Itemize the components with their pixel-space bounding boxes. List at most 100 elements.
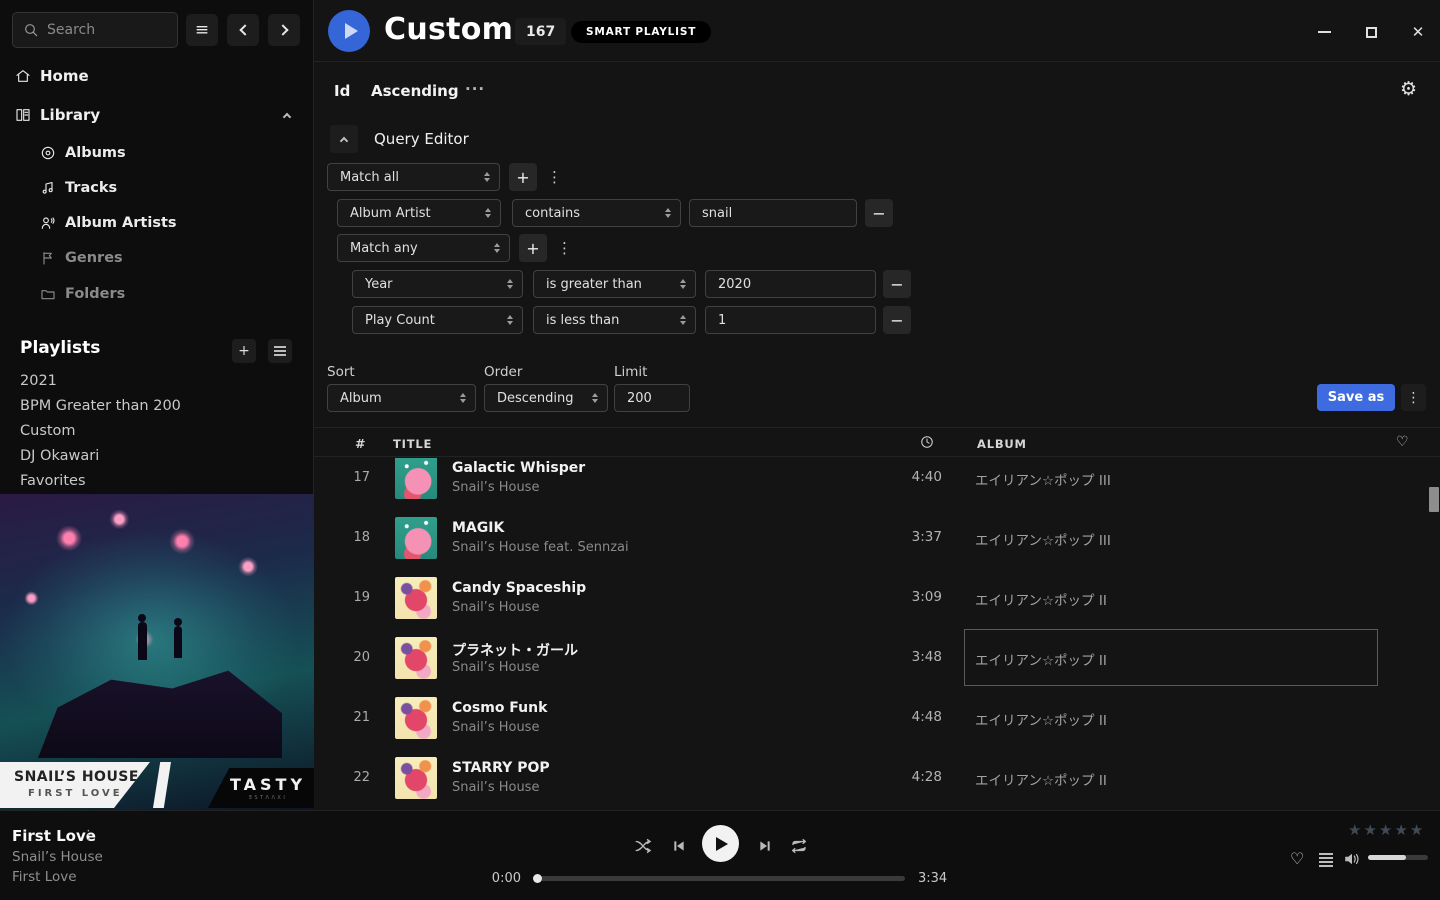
add-group-rule-button[interactable]: +	[519, 234, 547, 262]
star-icon[interactable]: ★	[1394, 821, 1408, 839]
table-row[interactable]: 22 STARRY POP Snail’s House 4:28 エイリアン☆ポ…	[314, 748, 1440, 808]
remove-rule-button[interactable]: −	[883, 306, 911, 334]
rule-value-field[interactable]	[718, 313, 866, 328]
rule-value-field[interactable]	[718, 277, 866, 292]
seek-handle[interactable]	[533, 874, 542, 883]
playlist-item[interactable]: 2021	[20, 369, 290, 393]
rule-operator-select[interactable]: is less than	[533, 306, 696, 334]
sort-field-button[interactable]: Id	[334, 82, 350, 100]
table-row[interactable]: 18 MAGIK Snail’s House feat. Sennzai 3:3…	[314, 508, 1440, 568]
next-button[interactable]	[755, 836, 775, 856]
group-menu-button[interactable]: ⋮	[557, 241, 572, 256]
rule-operator-select[interactable]: is greater than	[533, 270, 696, 298]
star-icon[interactable]: ★	[1363, 821, 1377, 839]
play-playlist-button[interactable]	[328, 10, 370, 52]
gear-icon[interactable]: ⚙	[1400, 78, 1417, 100]
rule-field-select[interactable]: Play Count	[352, 306, 523, 334]
seek-bar[interactable]	[535, 876, 905, 881]
track-album[interactable]: エイリアン☆ポップ III	[975, 529, 1111, 549]
track-artist[interactable]: Snail’s House	[452, 720, 539, 735]
sort-select[interactable]: Album	[327, 384, 476, 412]
rule-group-menu-button[interactable]: ⋮	[547, 170, 562, 185]
maximize-button[interactable]	[1361, 22, 1381, 42]
rule-value-input[interactable]	[705, 306, 876, 334]
repeat-button[interactable]	[789, 836, 809, 856]
close-button[interactable]: ✕	[1408, 22, 1428, 42]
rating-stars[interactable]: ★ ★ ★ ★ ★	[1348, 821, 1424, 839]
sidebar-item-home[interactable]: Home	[0, 63, 314, 89]
play-pause-button[interactable]	[702, 825, 739, 862]
sidebar-item-genres[interactable]: Genres	[0, 245, 314, 271]
volume-slider[interactable]	[1368, 855, 1428, 860]
favorite-button[interactable]: ♡	[1290, 849, 1304, 868]
volume-button[interactable]	[1343, 851, 1361, 871]
collapse-query-editor-button[interactable]	[330, 125, 358, 153]
collapse-library-icon[interactable]	[283, 113, 291, 121]
sidebar-item-library[interactable]: Library	[0, 102, 314, 128]
table-row[interactable]: 19 Candy Spaceship Snail’s House 3:09 エイ…	[314, 568, 1440, 628]
rule-field-select[interactable]: Year	[352, 270, 523, 298]
track-album[interactable]: エイリアン☆ポップ II	[975, 769, 1107, 789]
track-artist[interactable]: Snail’s House feat. Sennzai	[452, 540, 629, 555]
menu-button[interactable]: ≡	[186, 14, 218, 46]
favorite-column-header[interactable]: ♡	[1396, 434, 1409, 450]
group-match-select[interactable]: Match any	[337, 234, 510, 262]
more-options-button[interactable]: ···	[465, 80, 485, 98]
sidebar-item-albums[interactable]: Albums	[0, 140, 314, 166]
now-playing-artist[interactable]: Snail’s House	[12, 849, 103, 865]
sort-order-button[interactable]: Ascending	[371, 82, 459, 100]
root-match-select[interactable]: Match all	[327, 163, 500, 191]
playlist-item[interactable]: Favorites	[20, 469, 290, 493]
shuffle-button[interactable]	[633, 836, 653, 856]
order-select[interactable]: Descending	[484, 384, 608, 412]
limit-field[interactable]	[627, 391, 680, 406]
back-button[interactable]	[227, 14, 259, 46]
star-icon[interactable]: ★	[1348, 821, 1362, 839]
save-menu-button[interactable]: ⋮	[1401, 384, 1426, 411]
sidebar-item-album-artists[interactable]: Album Artists	[0, 210, 314, 236]
track-artist[interactable]: Snail’s House	[452, 600, 539, 615]
queue-button[interactable]	[1319, 853, 1333, 867]
table-row[interactable]: 21 Cosmo Funk Snail’s House 4:48 エイリアン☆ポ…	[314, 688, 1440, 748]
title-column-header[interactable]: TITLE	[393, 437, 432, 451]
track-artist[interactable]: Snail’s House	[452, 780, 539, 795]
star-icon[interactable]: ★	[1379, 821, 1393, 839]
track-artist[interactable]: Snail’s House	[452, 660, 539, 675]
sidebar-item-folders[interactable]: Folders	[0, 281, 314, 307]
now-playing-album[interactable]: First Love	[12, 869, 77, 885]
playlist-item[interactable]: DJ Okawari	[20, 444, 290, 468]
minimize-button[interactable]	[1314, 22, 1334, 42]
previous-button[interactable]	[669, 836, 689, 856]
manage-playlists-button[interactable]	[268, 339, 292, 363]
track-album[interactable]: エイリアン☆ポップ II	[975, 589, 1107, 609]
track-album[interactable]: エイリアン☆ポップ III	[975, 469, 1111, 489]
table-row[interactable]: 17 Galactic Whisper Snail’s House 4:40 エ…	[314, 458, 1440, 508]
track-album[interactable]: エイリアン☆ポップ II	[975, 649, 1107, 669]
playlist-item[interactable]: Custom	[20, 419, 290, 443]
rule-value-input[interactable]	[689, 199, 857, 227]
remove-rule-button[interactable]: −	[883, 270, 911, 298]
rule-value-input[interactable]	[705, 270, 876, 298]
search-field[interactable]	[47, 22, 157, 38]
search-input[interactable]	[12, 12, 178, 48]
sidebar-item-tracks[interactable]: Tracks	[0, 175, 314, 201]
scrollbar-thumb[interactable]	[1429, 487, 1439, 512]
rule-value-field[interactable]	[702, 206, 847, 221]
star-icon[interactable]: ★	[1410, 821, 1424, 839]
table-row[interactable]: 20 プラネット・ガール Snail’s House 3:48 エイリアン☆ポッ…	[314, 628, 1440, 688]
forward-button[interactable]	[268, 14, 300, 46]
add-rule-button[interactable]: +	[509, 163, 537, 191]
index-column-header[interactable]: #	[355, 436, 366, 451]
save-as-button[interactable]: Save as	[1317, 384, 1395, 411]
limit-input[interactable]	[614, 384, 690, 412]
rule-operator-select[interactable]: contains	[512, 199, 681, 227]
remove-rule-button[interactable]: −	[865, 199, 893, 227]
track-album[interactable]: エイリアン☆ポップ II	[975, 709, 1107, 729]
duration-column-header[interactable]	[920, 435, 934, 452]
playlist-item[interactable]: BPM Greater than 200	[20, 394, 290, 418]
now-playing-menu-button[interactable]: ⋮	[82, 828, 95, 843]
album-column-header[interactable]: ALBUM	[977, 437, 1027, 451]
add-playlist-button[interactable]: +	[232, 339, 256, 363]
rule-field-select[interactable]: Album Artist	[337, 199, 501, 227]
track-artist[interactable]: Snail’s House	[452, 480, 539, 495]
